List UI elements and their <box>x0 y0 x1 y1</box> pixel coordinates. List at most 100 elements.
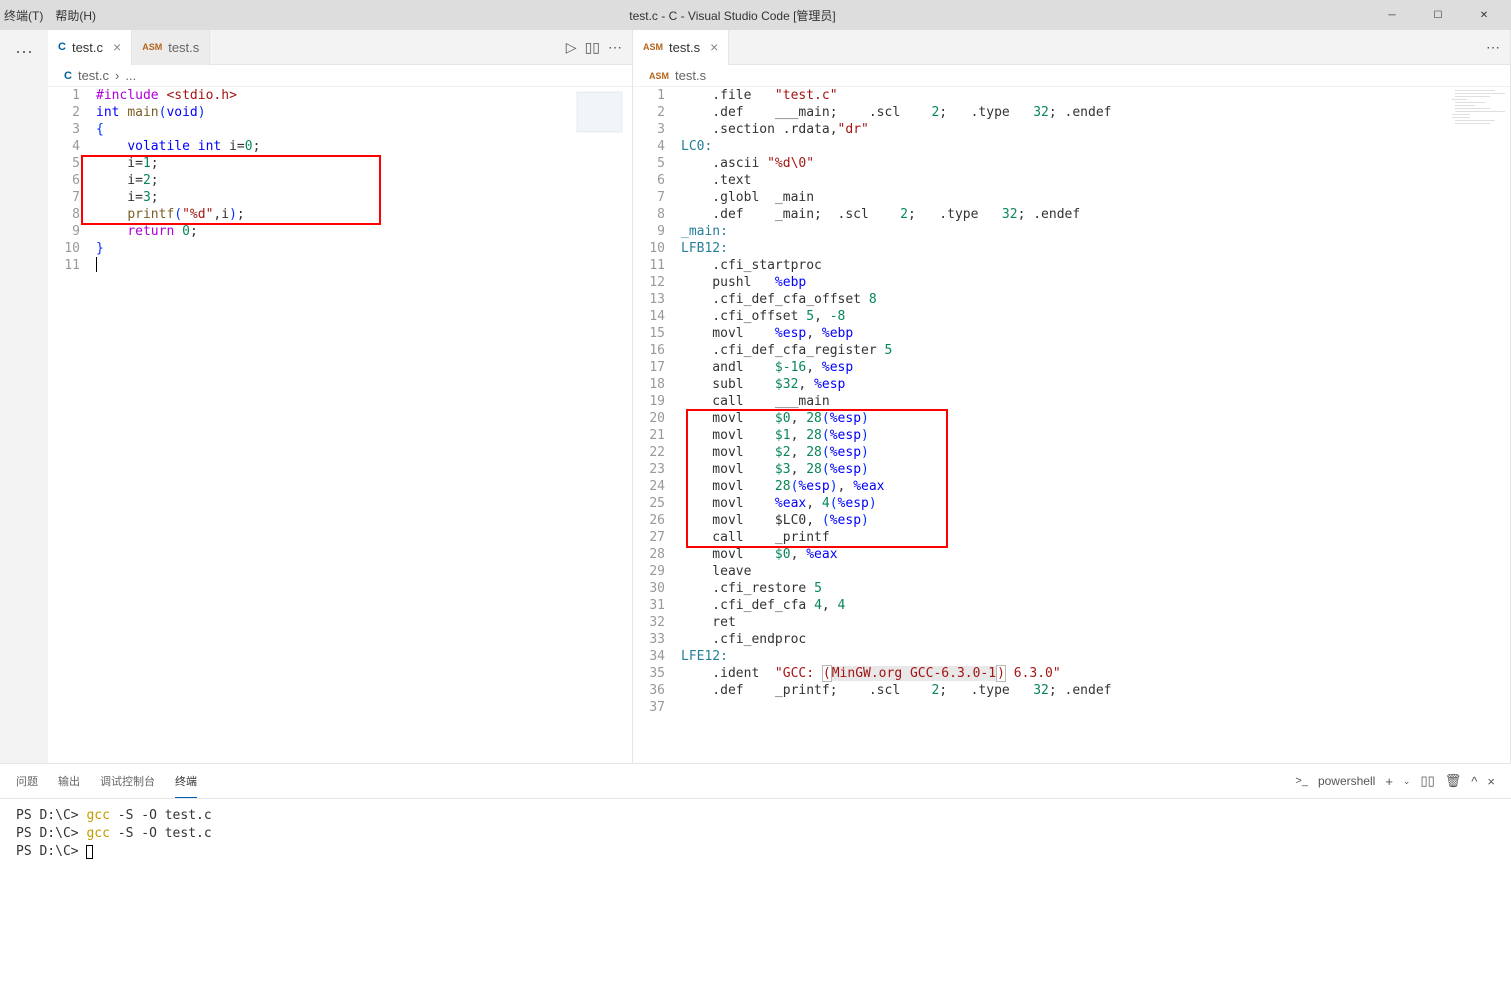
tab-test.c[interactable]: Ctest.c × <box>48 30 132 65</box>
code-line: volatile int i=0; <box>96 138 632 155</box>
code-line: .cfi_def_cfa_offset 8 <box>681 291 1510 308</box>
code-line: return 0; <box>96 223 632 240</box>
more-icon[interactable]: ⋯ <box>12 40 36 64</box>
breadcrumb-right[interactable]: ASM test.s <box>633 65 1510 87</box>
code-line: .def ___main; .scl 2; .type 32; .endef <box>681 104 1510 121</box>
code-line: .ident "GCC: (MinGW.org GCC-6.3.0-1) 6.3… <box>681 665 1510 682</box>
code-line: } <box>96 240 632 257</box>
editor-content-right[interactable]: 1234567891011121314151617181920212223242… <box>633 87 1510 763</box>
breadcrumb-left[interactable]: C test.c › ... <box>48 65 632 87</box>
more-actions-icon[interactable]: ⋯ <box>608 39 622 56</box>
shell-icon: >_ <box>1295 775 1308 787</box>
split-editor-icon[interactable]: ▯▯ <box>585 39 600 56</box>
editor-content-left[interactable]: 1234567891011 #include <stdio.h>int main… <box>48 87 632 763</box>
new-terminal-icon[interactable]: + <box>1385 774 1393 789</box>
panel-tab-terminal[interactable]: 终端 <box>175 765 197 798</box>
code-line: int main(void) <box>96 104 632 121</box>
code-line: LFB12: <box>681 240 1510 257</box>
code-line: .cfi_restore 5 <box>681 580 1510 597</box>
shell-name[interactable]: powershell <box>1318 774 1375 788</box>
close-tab-icon[interactable]: × <box>706 39 718 55</box>
code-line: pushl %ebp <box>681 274 1510 291</box>
file-icon: C <box>64 70 72 82</box>
maximize-panel-icon[interactable]: ^ <box>1471 774 1477 789</box>
window-title: test.c - C - Visual Studio Code [管理员] <box>96 7 1369 24</box>
tab-bar-left: Ctest.c × ASM test.s ▷ ▯▯ ⋯ <box>48 30 632 65</box>
code-line: .def _main; .scl 2; .type 32; .endef <box>681 206 1510 223</box>
panel-tab-debug[interactable]: 调试控制台 <box>100 765 155 798</box>
file-icon: ASM <box>643 42 663 52</box>
run-icon[interactable]: ▷ <box>566 39 577 56</box>
code-line: .cfi_startproc <box>681 257 1510 274</box>
code-line: call ___main <box>681 393 1510 410</box>
more-actions-icon[interactable]: ⋯ <box>1486 39 1500 56</box>
terminal-line: PS D:\C> gcc -S -O test.c <box>16 807 1495 825</box>
code-line: subl $32, %esp <box>681 376 1510 393</box>
code-line: ret <box>681 614 1510 631</box>
code-line: movl $3, 28(%esp) <box>681 461 1510 478</box>
file-icon: C <box>58 41 66 53</box>
code-line: .cfi_def_cfa_register 5 <box>681 342 1510 359</box>
menu-help[interactable]: 帮助(H) <box>55 7 96 24</box>
code-line: leave <box>681 563 1510 580</box>
code-line: LFE12: <box>681 648 1510 665</box>
close-tab-icon[interactable]: × <box>109 39 121 55</box>
tab-label: test.c <box>72 40 103 55</box>
tab-label: test.s <box>168 40 199 55</box>
code-line: movl 28(%esp), %eax <box>681 478 1510 495</box>
bottom-panel: 问题 输出 调试控制台 终端 >_ powershell + ⌄ ▯▯ 🗑 ^ … <box>0 763 1511 993</box>
panel-tab-problems[interactable]: 问题 <box>16 765 38 798</box>
code-line: .cfi_offset 5, -8 <box>681 308 1510 325</box>
code-line: .cfi_def_cfa 4, 4 <box>681 597 1510 614</box>
close-button[interactable]: ✕ <box>1461 0 1507 30</box>
code-line: call _printf <box>681 529 1510 546</box>
line-numbers: 1234567891011 <box>48 87 96 763</box>
code-line: movl $1, 28(%esp) <box>681 427 1510 444</box>
code-line: movl $LC0, (%esp) <box>681 512 1510 529</box>
code-line: .cfi_endproc <box>681 631 1510 648</box>
title-bar: 终端(T) 帮助(H) test.c - C - Visual Studio C… <box>0 0 1511 30</box>
editor-cursor <box>96 257 97 272</box>
code-line: i=2; <box>96 172 632 189</box>
file-icon: ASM <box>142 42 162 52</box>
code-line: i=1; <box>96 155 632 172</box>
code-line: .def _printf; .scl 2; .type 32; .endef <box>681 682 1510 699</box>
code-line: .text <box>681 172 1510 189</box>
panel-tab-output[interactable]: 输出 <box>58 765 80 798</box>
code-line: movl $0, 28(%esp) <box>681 410 1510 427</box>
code-line: i=3; <box>96 189 632 206</box>
breadcrumb-file: test.c <box>78 68 109 83</box>
terminal-line: PS D:\C> <box>16 843 1495 861</box>
code-line: _main: <box>681 223 1510 240</box>
kill-terminal-icon[interactable]: 🗑 <box>1445 773 1462 789</box>
terminal-content[interactable]: PS D:\C> gcc -S -O test.cPS D:\C> gcc -S… <box>0 799 1511 993</box>
activity-bar: ⋯ <box>0 30 48 763</box>
minimize-button[interactable]: ─ <box>1369 0 1415 30</box>
code-line: .section .rdata,"dr" <box>681 121 1510 138</box>
terminal-cursor <box>86 845 93 859</box>
code-line <box>681 699 1510 716</box>
menu-terminal[interactable]: 终端(T) <box>4 7 43 24</box>
tab-test.s[interactable]: ASMtest.s× <box>633 30 729 65</box>
breadcrumb-file: test.s <box>675 68 706 83</box>
code-line: movl %esp, %ebp <box>681 325 1510 342</box>
code-line: movl $0, %eax <box>681 546 1510 563</box>
line-numbers: 1234567891011121314151617181920212223242… <box>633 87 681 763</box>
split-terminal-icon[interactable]: ▯▯ <box>1420 773 1434 789</box>
maximize-button[interactable]: ☐ <box>1415 0 1461 30</box>
editor-pane-left: Ctest.c×ASMtest.s ▷ ▯▯ ⋯ C test.c › ... … <box>48 30 633 763</box>
editor-pane-right: ASMtest.s× ⋯ ASM test.s 1234567891011121… <box>633 30 1511 763</box>
code-line: .ascii "%d\0" <box>681 155 1510 172</box>
code-line: .globl _main <box>681 189 1510 206</box>
code-line: andl $-16, %esp <box>681 359 1510 376</box>
tab-bar-right: ASMtest.s× ⋯ <box>633 30 1510 65</box>
code-line: movl $2, 28(%esp) <box>681 444 1510 461</box>
code-line: movl %eax, 4(%esp) <box>681 495 1510 512</box>
tab-test.s[interactable]: ASM test.s <box>132 30 210 65</box>
code-line: LC0: <box>681 138 1510 155</box>
terminal-dropdown-icon[interactable]: ⌄ <box>1403 776 1411 787</box>
code-line: { <box>96 121 632 138</box>
file-icon: ASM <box>649 71 669 81</box>
close-panel-icon[interactable]: × <box>1487 774 1495 789</box>
terminal-line: PS D:\C> gcc -S -O test.c <box>16 825 1495 843</box>
